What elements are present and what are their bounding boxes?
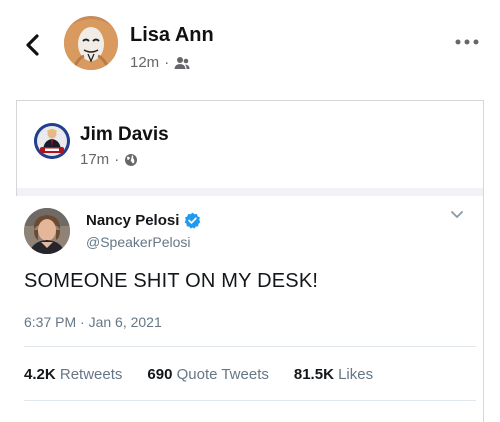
- likes-count: 81.5K: [293, 366, 334, 383]
- tweet-menu-button: [448, 208, 466, 222]
- retweets-count: 4.2K: [24, 366, 56, 383]
- divider: [24, 346, 476, 347]
- trump-avatar-icon: [34, 123, 70, 159]
- likes-label: Likes: [338, 366, 374, 383]
- retweets-label: Retweets: [59, 366, 123, 383]
- avatar[interactable]: [64, 16, 118, 70]
- mask-avatar-icon: [64, 16, 118, 70]
- tweet-timestamp: 6:37 PM · Jan 6, 2021: [24, 314, 162, 330]
- tweet-text: SOMEONE SHIT ON MY DESK!: [24, 270, 319, 292]
- tweet-screenshot[interactable]: [10, 196, 480, 422]
- back-button[interactable]: [18, 30, 48, 60]
- tweet-author-name: Nancy Pelosi: [86, 212, 180, 229]
- dot-separator: ·: [114, 151, 120, 168]
- more-options-button[interactable]: [452, 32, 482, 52]
- shared-author-name[interactable]: Jim Davis: [80, 124, 169, 146]
- retweets-stat: 4.2K Retweets: [24, 366, 122, 383]
- tweet-author: Nancy Pelosi: [86, 212, 201, 229]
- post-author-name[interactable]: Lisa Ann: [130, 24, 214, 47]
- separator: [17, 188, 483, 196]
- chevron-left-icon: [26, 34, 39, 56]
- tweet-stats: 4.2K Retweets 690 Quote Tweets 81.5K Lik…: [24, 366, 373, 383]
- post-meta: 12m ·: [130, 54, 190, 71]
- globe-icon: [125, 153, 138, 166]
- dot-separator: ·: [164, 54, 170, 71]
- quote-tweets-stat: 690 Quote Tweets: [147, 366, 268, 383]
- tweet-author-avatar: [24, 208, 70, 254]
- post-time[interactable]: 12m: [130, 54, 159, 71]
- shared-post-time[interactable]: 17m: [80, 151, 109, 168]
- likes-stat: 81.5K Likes: [294, 366, 373, 383]
- pelosi-avatar-icon: [24, 208, 70, 254]
- more-dots-icon: [455, 39, 479, 45]
- quotes-count: 690: [147, 366, 173, 383]
- tweet-handle: @SpeakerPelosi: [86, 234, 191, 250]
- divider: [24, 400, 476, 401]
- shared-post-meta: 17m ·: [80, 151, 138, 168]
- chevron-down-icon: [451, 211, 463, 218]
- friends-icon: [174, 56, 190, 69]
- shared-author-avatar[interactable]: [34, 123, 70, 159]
- verified-badge-icon: [185, 212, 201, 229]
- quotes-label: Quote Tweets: [176, 366, 269, 383]
